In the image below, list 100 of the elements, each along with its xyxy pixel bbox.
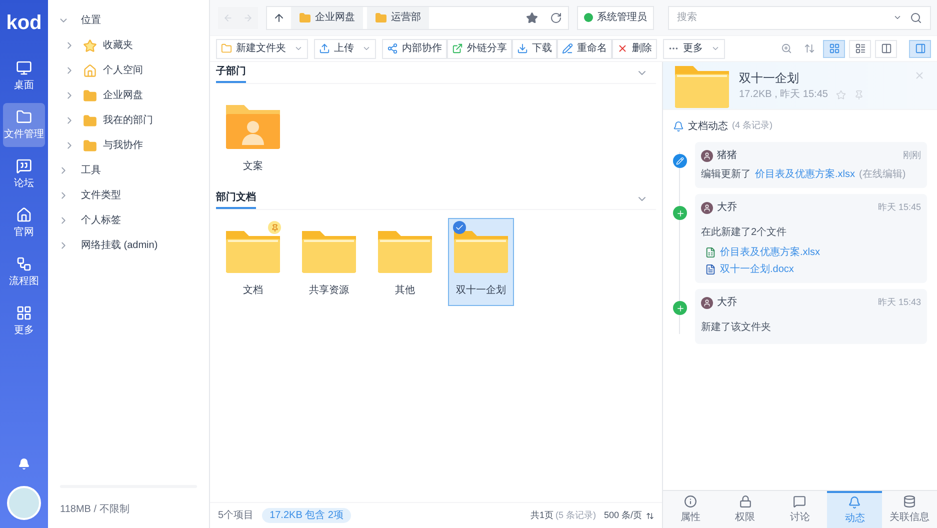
toolbar-button[interactable]: 重命名 [557, 38, 612, 58]
tree-item[interactable]: 个人空间 [103, 63, 143, 78]
section-title: 部门文档 [216, 189, 256, 209]
panel-icon [914, 43, 926, 54]
plus-icon [673, 206, 687, 220]
arrow-up-icon [273, 12, 285, 24]
event-text: 在此新建了2个文件 [701, 227, 787, 238]
panel-tab[interactable]: 关联信息 [882, 491, 937, 528]
file-item[interactable]: 文档 [220, 218, 286, 306]
nav-item[interactable]: 更多 [3, 299, 45, 343]
monitor-icon [16, 60, 32, 76]
tree-item[interactable]: 个人标签 [81, 213, 121, 228]
panel-tab[interactable]: 讨论 [772, 491, 828, 528]
grid-view-icon [828, 43, 840, 54]
star-icon[interactable] [526, 12, 538, 24]
tree-item[interactable]: 工具 [81, 163, 101, 178]
file-name: 文档 [243, 284, 263, 298]
tree-item[interactable]: 文件类型 [81, 188, 121, 203]
panel-tab[interactable]: 属性 [663, 491, 718, 528]
nav-item[interactable]: 论坛 [3, 152, 45, 196]
file-name: 双十一企划 [456, 284, 506, 298]
check-icon[interactable] [453, 221, 466, 234]
per-page-select[interactable]: 500 条/页 [604, 508, 654, 522]
toolbar-button[interactable]: 更多 [663, 38, 725, 58]
folder-icon [83, 138, 97, 152]
home-icon [16, 206, 32, 222]
caret-icon [711, 44, 720, 53]
avatar[interactable] [7, 486, 41, 520]
download-icon [517, 43, 528, 54]
file-name: 文案 [243, 160, 263, 174]
info-icon [684, 494, 697, 508]
panel-tab[interactable]: 权限 [718, 491, 773, 528]
file-item[interactable]: 双十一企划 [448, 218, 514, 306]
section-title: 子部门 [216, 63, 246, 83]
tree-item[interactable]: 收藏夹 [103, 38, 133, 53]
avatar [701, 202, 713, 214]
record-count: (5 条记录) [555, 508, 596, 522]
tree-item[interactable]: 我在的部门 [103, 113, 153, 128]
user-name: 系统管理员 [597, 10, 647, 25]
sort-icon [646, 512, 654, 520]
folder-icon [299, 12, 311, 24]
panel-toggle[interactable] [909, 40, 931, 58]
user-name: 大乔 [717, 200, 737, 215]
sort-icon[interactable] [804, 43, 815, 54]
edit-icon [673, 154, 687, 168]
bell-icon[interactable] [18, 458, 30, 470]
tree-item[interactable]: 企业网盘 [103, 88, 143, 103]
activity-count: (4 条记录) [732, 119, 772, 132]
caret-icon [362, 44, 371, 53]
toolbar-button[interactable]: 外链分享 [447, 38, 512, 58]
selection-info: 17.2KB 包含 2项 [262, 508, 352, 523]
nav-item[interactable]: 流程图 [3, 250, 45, 294]
refresh-icon[interactable] [550, 12, 562, 24]
storage-text: 118MB / 不限制 [60, 504, 130, 515]
breadcrumb[interactable]: 企业网盘 [291, 6, 363, 28]
folder-icon [83, 114, 97, 128]
toolbar-button[interactable]: 新建文件夹 [216, 38, 308, 58]
view-toggle[interactable] [875, 40, 897, 58]
nav-item[interactable]: 官网 [3, 201, 45, 245]
search-box[interactable]: 搜索 [668, 6, 931, 30]
file-item[interactable]: 其他 [372, 218, 438, 306]
folder-icon [375, 12, 387, 24]
rename-icon [562, 43, 573, 54]
list-view-icon [854, 43, 866, 54]
tree-item[interactable]: 网络挂载 (admin) [81, 238, 158, 253]
toolbar-button[interactable]: 下载 [512, 38, 557, 58]
nav-item[interactable]: 桌面 [3, 54, 45, 98]
breadcrumb[interactable]: 运营部 [367, 6, 429, 28]
detail-title: 双十一企划 [739, 70, 800, 87]
delete-icon [617, 43, 628, 54]
view-toggle[interactable] [849, 40, 871, 58]
event-time: 昨天 15:45 [878, 200, 921, 214]
tree-item[interactable]: 与我协作 [103, 138, 143, 153]
toolbar-button[interactable]: 内部协作 [382, 38, 447, 58]
split-view-icon [880, 43, 892, 54]
view-toggle[interactable] [823, 40, 845, 58]
folder-icon [83, 88, 97, 102]
detail-meta: 17.2KB , 昨天 15:45 [739, 88, 828, 102]
spreadsheet-icon [705, 247, 716, 258]
grid-icon [16, 304, 32, 320]
close-icon[interactable] [914, 70, 925, 81]
search-field[interactable]: 搜索 [677, 10, 885, 25]
bell-icon [673, 120, 684, 132]
logo: kod [6, 11, 42, 36]
zoom-icon[interactable] [781, 43, 792, 54]
user-badge[interactable]: 系统管理员 [577, 6, 654, 30]
upload-icon [319, 43, 330, 54]
flowchart-icon [16, 256, 32, 272]
caret-icon [294, 44, 303, 53]
page-count: 共1页 [530, 508, 554, 522]
tree-item[interactable]: 位置 [81, 13, 101, 28]
event-note: (在线编辑) [859, 168, 906, 182]
toolbar-button[interactable]: 上传 [314, 38, 376, 58]
file-item[interactable]: 共享资源 [296, 218, 362, 306]
star-icon [83, 38, 97, 52]
search-icon [910, 12, 922, 24]
file-item[interactable]: 文案 [220, 92, 286, 180]
pin-icon[interactable] [854, 90, 864, 100]
user-name: 猪猪 [717, 148, 737, 163]
toolbar-button[interactable]: 删除 [612, 38, 657, 58]
